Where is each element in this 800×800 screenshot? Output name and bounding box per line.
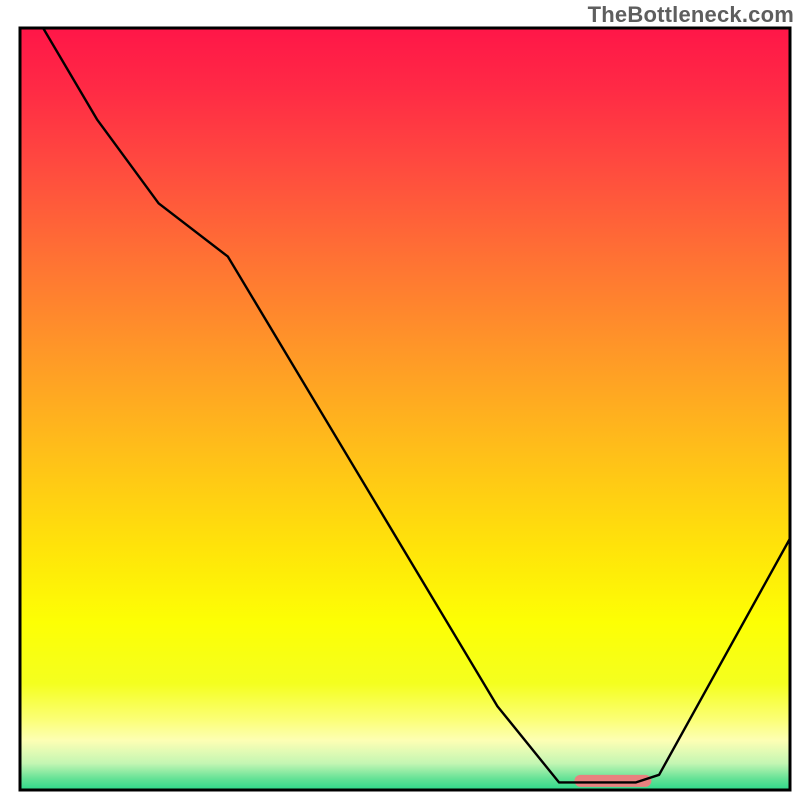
gradient-background bbox=[20, 28, 790, 790]
watermark-text: TheBottleneck.com bbox=[588, 2, 794, 28]
bottleneck-chart bbox=[0, 0, 800, 800]
chart-container: TheBottleneck.com bbox=[0, 0, 800, 800]
